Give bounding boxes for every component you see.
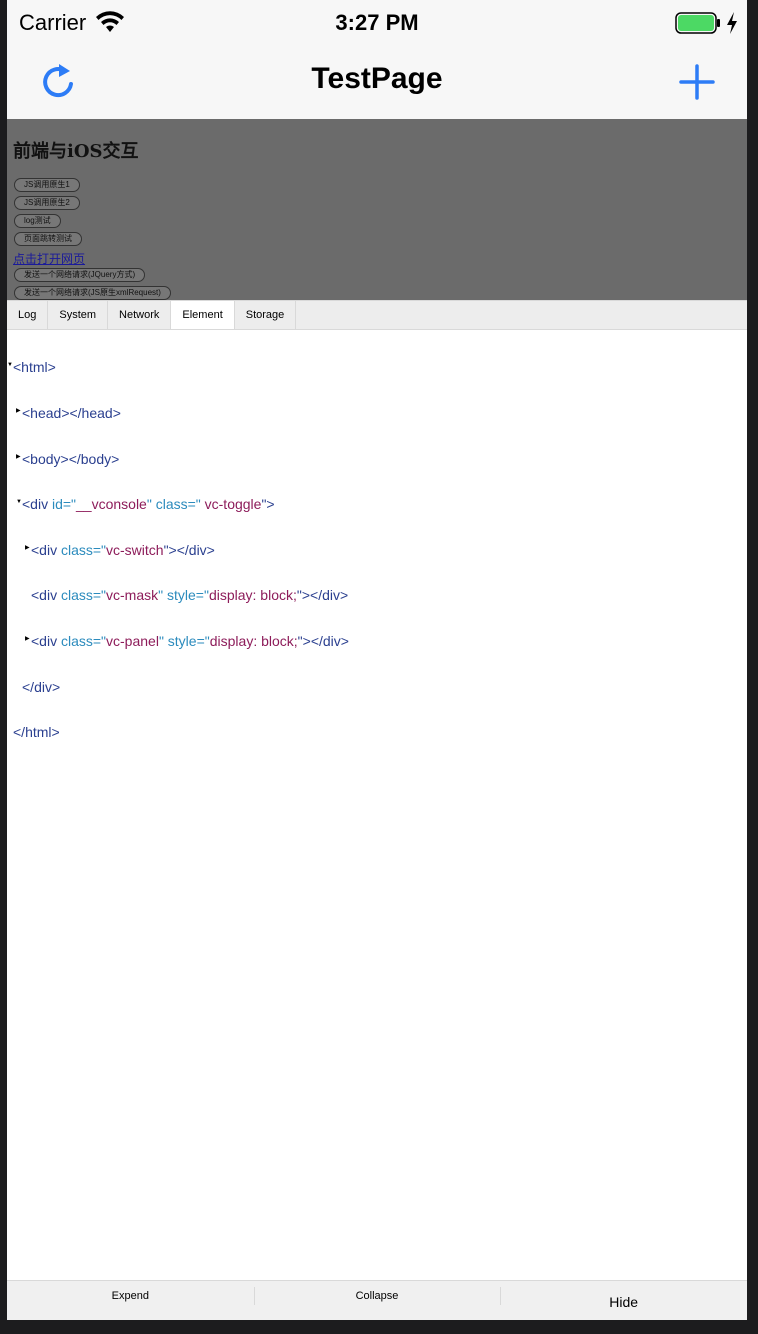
tab-storage[interactable]: Storage: [235, 301, 297, 329]
page-title: TestPage: [311, 62, 443, 95]
open-webpage-link[interactable]: 点击打开网页: [13, 250, 85, 267]
tree-node-div-close: </div>: [22, 678, 61, 695]
tree-node-head[interactable]: ▶<head></head>: [7, 405, 349, 421]
status-bar: Carrier 3:27 PM: [7, 0, 747, 46]
tab-element[interactable]: Element: [171, 301, 235, 329]
tree-node-body[interactable]: ▶<body></body>: [7, 451, 349, 467]
navigation-bar: TestPage: [7, 46, 747, 119]
jquery-request-button[interactable]: 发送一个网络请求(JQuery方式): [14, 268, 146, 282]
tree-node-vc-mask[interactable]: <div class="vc-mask" style="display: blo…: [7, 588, 349, 603]
log-test-button[interactable]: log测试: [14, 214, 61, 228]
tree-node-html-close: </html>: [13, 724, 60, 741]
web-page-view: 前端与iOS交互 JS调用原生1 JS调用原生2 log测试 页面跳转测试 点击…: [7, 119, 747, 300]
vconsole-element-panel: ▼<html> ▶<head></head> ▶<body></body> ▼<…: [7, 330, 747, 1280]
xmlrequest-button[interactable]: 发送一个网络请求(JS原生xmlRequest): [14, 286, 171, 300]
tree-node-vc-panel[interactable]: ▶<div class="vc-panel" style="display: b…: [7, 633, 349, 649]
tree-node-vconsole-div[interactable]: ▼<div id="__vconsole" class=" vc-toggle"…: [7, 497, 349, 512]
tab-system[interactable]: System: [48, 301, 109, 329]
battery-icon: [675, 12, 720, 34]
tab-log[interactable]: Log: [7, 301, 49, 329]
clock-time: 3:27 PM: [335, 10, 419, 35]
js-call-native-2-button[interactable]: JS调用原生2: [14, 196, 80, 210]
js-call-native-1-button[interactable]: JS调用原生1: [14, 178, 80, 192]
charging-bolt-icon: [727, 12, 737, 34]
device-screen: Carrier 3:27 PM TestPage 前端与iOS交互 JS调用原生…: [7, 0, 747, 1320]
tree-node-vc-switch[interactable]: ▶<div class="vc-switch"></div>: [7, 542, 349, 558]
expend-button[interactable]: Expend: [7, 1281, 254, 1320]
vconsole-toolbar: Expend Collapse Hide: [7, 1280, 747, 1320]
plus-icon[interactable]: [675, 60, 719, 104]
hide-button[interactable]: Hide: [500, 1281, 747, 1320]
element-tree: ▼<html> ▶<head></head> ▶<body></body> ▼<…: [7, 330, 349, 771]
page-jump-test-button[interactable]: 页面跳转测试: [14, 232, 82, 246]
vconsole-tab-bar: Log System Network Element Storage: [7, 300, 747, 330]
tab-network[interactable]: Network: [108, 301, 172, 329]
web-page-heading: 前端与iOS交互: [13, 141, 139, 162]
collapse-button[interactable]: Collapse: [253, 1281, 501, 1320]
tree-node-html[interactable]: ▼<html>: [7, 360, 349, 375]
